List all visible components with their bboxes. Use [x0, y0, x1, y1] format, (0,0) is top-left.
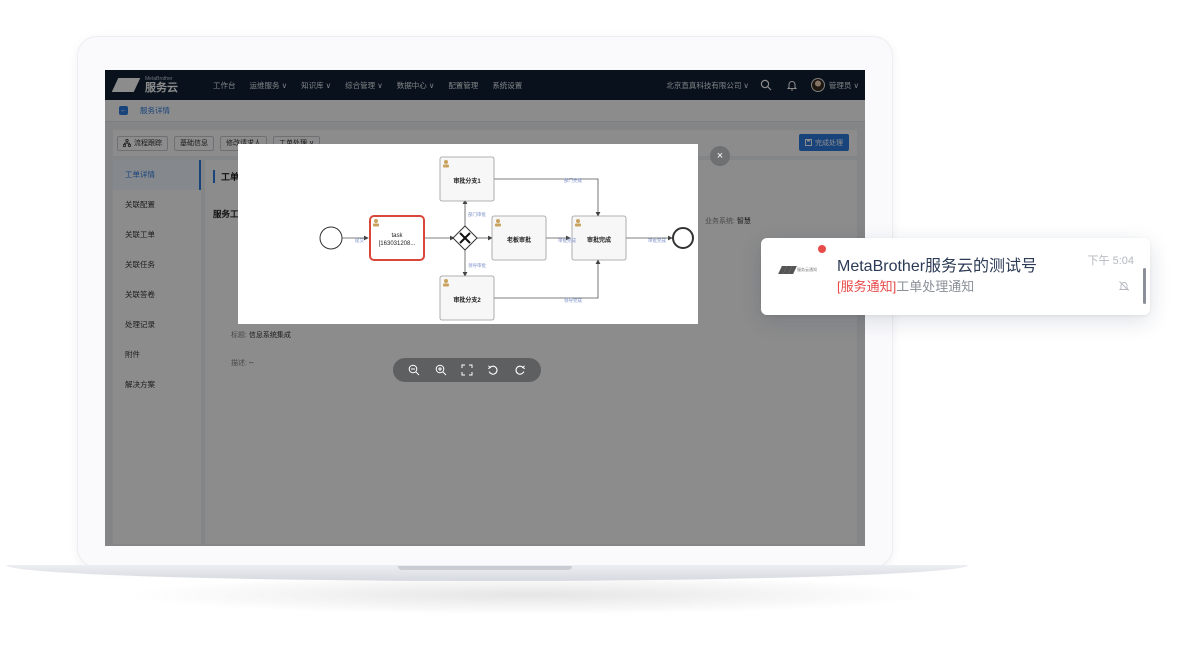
notification-logo: 服务云通知: [778, 266, 817, 274]
rotate-left-icon[interactable]: [486, 363, 500, 377]
rotate-right-icon[interactable]: [513, 363, 527, 377]
mute-bell-icon[interactable]: [1118, 280, 1130, 292]
notification-tag: [服务通知]: [837, 279, 897, 294]
edge-label-end: 审批完成: [648, 237, 666, 244]
notification-time: 下午 5:04: [1087, 255, 1134, 267]
branch1-label: 审批分支1: [453, 177, 481, 185]
branch2-label: 审批分支2: [453, 296, 481, 304]
start-event[interactable]: [319, 226, 343, 250]
flow-diagram-modal: task [163031208... 审批分支1 审批分支2 老板审批 审批完成: [238, 144, 698, 324]
notification-message: 工单处理通知: [896, 279, 975, 294]
task-node-id: [163031208...: [379, 241, 416, 247]
notification-title: MetaBrother服务云的测试号: [837, 258, 1038, 275]
done-label: 审批完成: [587, 236, 611, 244]
edge-label-b2: 领导完成: [564, 297, 582, 304]
brand-mark-icon: [778, 266, 797, 274]
close-icon[interactable]: ×: [710, 146, 730, 166]
notification-body: [服务通知]工单处理通知: [837, 276, 974, 295]
zoom-out-icon[interactable]: [407, 363, 421, 377]
edge-branch2-done: [494, 259, 601, 299]
edge-label-boss: 审批完成: [558, 237, 576, 244]
edge-label-b1: 部门完成: [564, 177, 582, 184]
end-event[interactable]: [672, 227, 694, 249]
flow-diagram: task [163031208... 审批分支1 审批分支2 老板审批 审批完成: [319, 156, 694, 321]
scrollbar[interactable]: [1143, 268, 1146, 304]
stage: MetaBrother 服务云 工作台 运维服务 ∨ 知识库 ∨ 综合管理 ∨ …: [0, 0, 1184, 653]
edge-label-up: 部门审批: [468, 211, 486, 218]
notification-logo-text: 服务云通知: [797, 267, 817, 272]
edge-label-start: 提交: [355, 237, 364, 244]
push-notification[interactable]: 服务云通知 MetaBrother服务云的测试号 下午 5:04 [服务通知]工…: [761, 238, 1150, 315]
zoom-in-icon[interactable]: [434, 363, 448, 377]
boss-label: 老板审批: [506, 236, 531, 244]
viewer-toolbar: [393, 358, 541, 382]
task-node-label: task: [391, 233, 403, 239]
edge-label-down: 领导审批: [468, 262, 486, 269]
edge-branch1-done: [494, 178, 601, 217]
laptop-notch: [398, 566, 572, 570]
unread-dot: [818, 245, 826, 253]
fullscreen-icon[interactable]: [460, 363, 474, 377]
app-screen: MetaBrother 服务云 工作台 运维服务 ∨ 知识库 ∨ 综合管理 ∨ …: [105, 70, 865, 546]
laptop-shadow: [120, 575, 940, 615]
